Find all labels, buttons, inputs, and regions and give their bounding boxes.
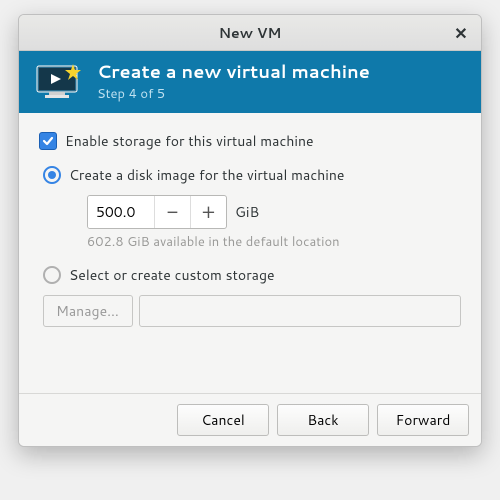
enable-storage-checkbox[interactable] [39,132,57,150]
disk-size-unit: GiB [235,202,259,222]
disk-size-spinbox: − + [87,195,227,229]
custom-storage-controls: Manage... [39,295,461,327]
plus-icon: + [202,198,216,226]
disk-size-input[interactable] [88,196,154,228]
wizard-title: Create a new virtual machine [97,61,370,83]
titlebar: New VM ✕ [19,15,481,51]
back-button[interactable]: Back [277,404,369,436]
disk-size-row: − + GiB [87,195,461,229]
cancel-button[interactable]: Cancel [177,404,269,436]
disk-size-decrement[interactable]: − [154,196,190,228]
content-area: Enable storage for this virtual machine … [19,113,481,393]
check-icon [42,135,54,147]
disk-size-increment[interactable]: + [190,196,226,228]
enable-storage-row: Enable storage for this virtual machine [39,131,461,151]
create-image-label: Create a disk image for the virtual mach… [69,165,344,185]
create-image-radio[interactable] [43,166,61,184]
window-title: New VM [219,23,282,43]
wizard-header: Create a new virtual machine Step 4 of 5 [19,51,481,113]
custom-storage-radio[interactable] [43,266,61,284]
minus-icon: − [167,198,179,226]
forward-button[interactable]: Forward [377,404,469,436]
available-space-hint: 602.8 GiB available in the default locat… [87,233,461,251]
custom-storage-row: Select or create custom storage [43,265,461,285]
dialog-footer: Cancel Back Forward [19,393,481,446]
create-image-row: Create a disk image for the virtual mach… [43,165,461,185]
manage-storage-button[interactable]: Manage... [43,295,133,327]
wizard-header-text: Create a new virtual machine Step 4 of 5 [97,61,370,103]
enable-storage-label: Enable storage for this virtual machine [65,131,314,151]
close-button[interactable]: ✕ [449,21,473,45]
wizard-step: Step 4 of 5 [97,85,370,103]
vm-wizard-icon [35,62,83,102]
dialog-window: New VM ✕ Create a new virtual machine St… [18,14,482,447]
custom-storage-label: Select or create custom storage [69,265,275,285]
custom-storage-path-input[interactable] [139,295,461,327]
close-icon: ✕ [454,22,467,45]
